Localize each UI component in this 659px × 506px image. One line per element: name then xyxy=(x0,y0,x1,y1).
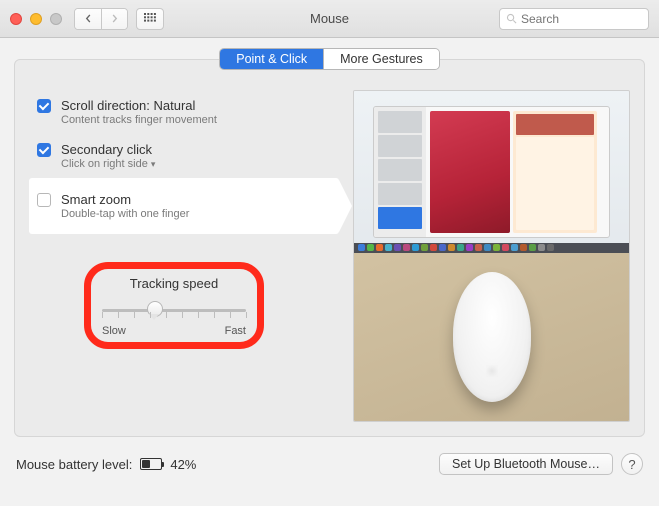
preview-screen xyxy=(354,91,629,253)
window-controls xyxy=(10,13,62,25)
show-all-button[interactable] xyxy=(136,8,164,30)
checkbox-scroll-direction[interactable] xyxy=(37,99,51,113)
preview-desk xyxy=(354,253,629,421)
grid-icon xyxy=(144,13,156,25)
option-secondary-click[interactable]: Secondary click Click on right side ▾ xyxy=(29,134,339,178)
slider-knob[interactable] xyxy=(147,301,161,320)
chevron-left-icon xyxy=(84,14,93,23)
forward-button[interactable] xyxy=(101,9,127,29)
chevron-down-icon: ▾ xyxy=(151,159,156,170)
secondary-click-dropdown[interactable]: Click on right side ▾ xyxy=(61,158,155,170)
option-subtitle: Double-tap with one finger xyxy=(61,208,189,220)
search-field[interactable] xyxy=(499,8,649,30)
battery-icon xyxy=(140,458,162,470)
tab-more-gestures[interactable]: More Gestures xyxy=(323,49,439,69)
search-icon xyxy=(506,13,517,24)
option-scroll-direction[interactable]: Scroll direction: Natural Content tracks… xyxy=(29,90,339,134)
battery-label: Mouse battery level: xyxy=(16,457,132,472)
settings-panel: Scroll direction: Natural Content tracks… xyxy=(14,59,645,437)
option-title: Scroll direction: Natural xyxy=(61,98,217,113)
help-button[interactable]: ? xyxy=(621,453,643,475)
tracking-speed-section: Tracking speed Slow Fast xyxy=(84,262,264,349)
setup-bluetooth-mouse-button[interactable]: Set Up Bluetooth Mouse… xyxy=(439,453,613,475)
zoom-window-icon xyxy=(50,13,62,25)
option-subtitle: Content tracks finger movement xyxy=(61,114,217,126)
nav-back-forward xyxy=(74,8,128,30)
checkbox-secondary-click[interactable] xyxy=(37,143,51,157)
slider-min-label: Slow xyxy=(102,325,126,337)
chevron-right-icon xyxy=(110,14,119,23)
minimize-window-icon[interactable] xyxy=(30,13,42,25)
gesture-preview xyxy=(353,90,630,422)
tracking-speed-slider[interactable] xyxy=(102,301,246,319)
title-bar: Mouse xyxy=(0,0,659,38)
option-smart-zoom[interactable]: Smart zoom Double-tap with one finger xyxy=(29,178,339,234)
tracking-speed-label: Tracking speed xyxy=(102,276,246,291)
preview-dock xyxy=(354,243,629,253)
magic-mouse-image xyxy=(453,272,531,402)
option-title: Secondary click xyxy=(61,142,155,157)
options-column: Scroll direction: Natural Content tracks… xyxy=(29,90,339,422)
footer: Mouse battery level: 42% Set Up Bluetoot… xyxy=(0,437,659,491)
battery-percent: 42% xyxy=(170,457,196,472)
slider-max-label: Fast xyxy=(225,325,246,337)
search-input[interactable] xyxy=(521,12,642,26)
checkbox-smart-zoom[interactable] xyxy=(37,193,51,207)
back-button[interactable] xyxy=(75,9,101,29)
preview-app-window xyxy=(373,106,610,239)
close-window-icon[interactable] xyxy=(10,13,22,25)
tab-point-and-click[interactable]: Point & Click xyxy=(220,49,323,69)
option-title: Smart zoom xyxy=(61,192,189,207)
